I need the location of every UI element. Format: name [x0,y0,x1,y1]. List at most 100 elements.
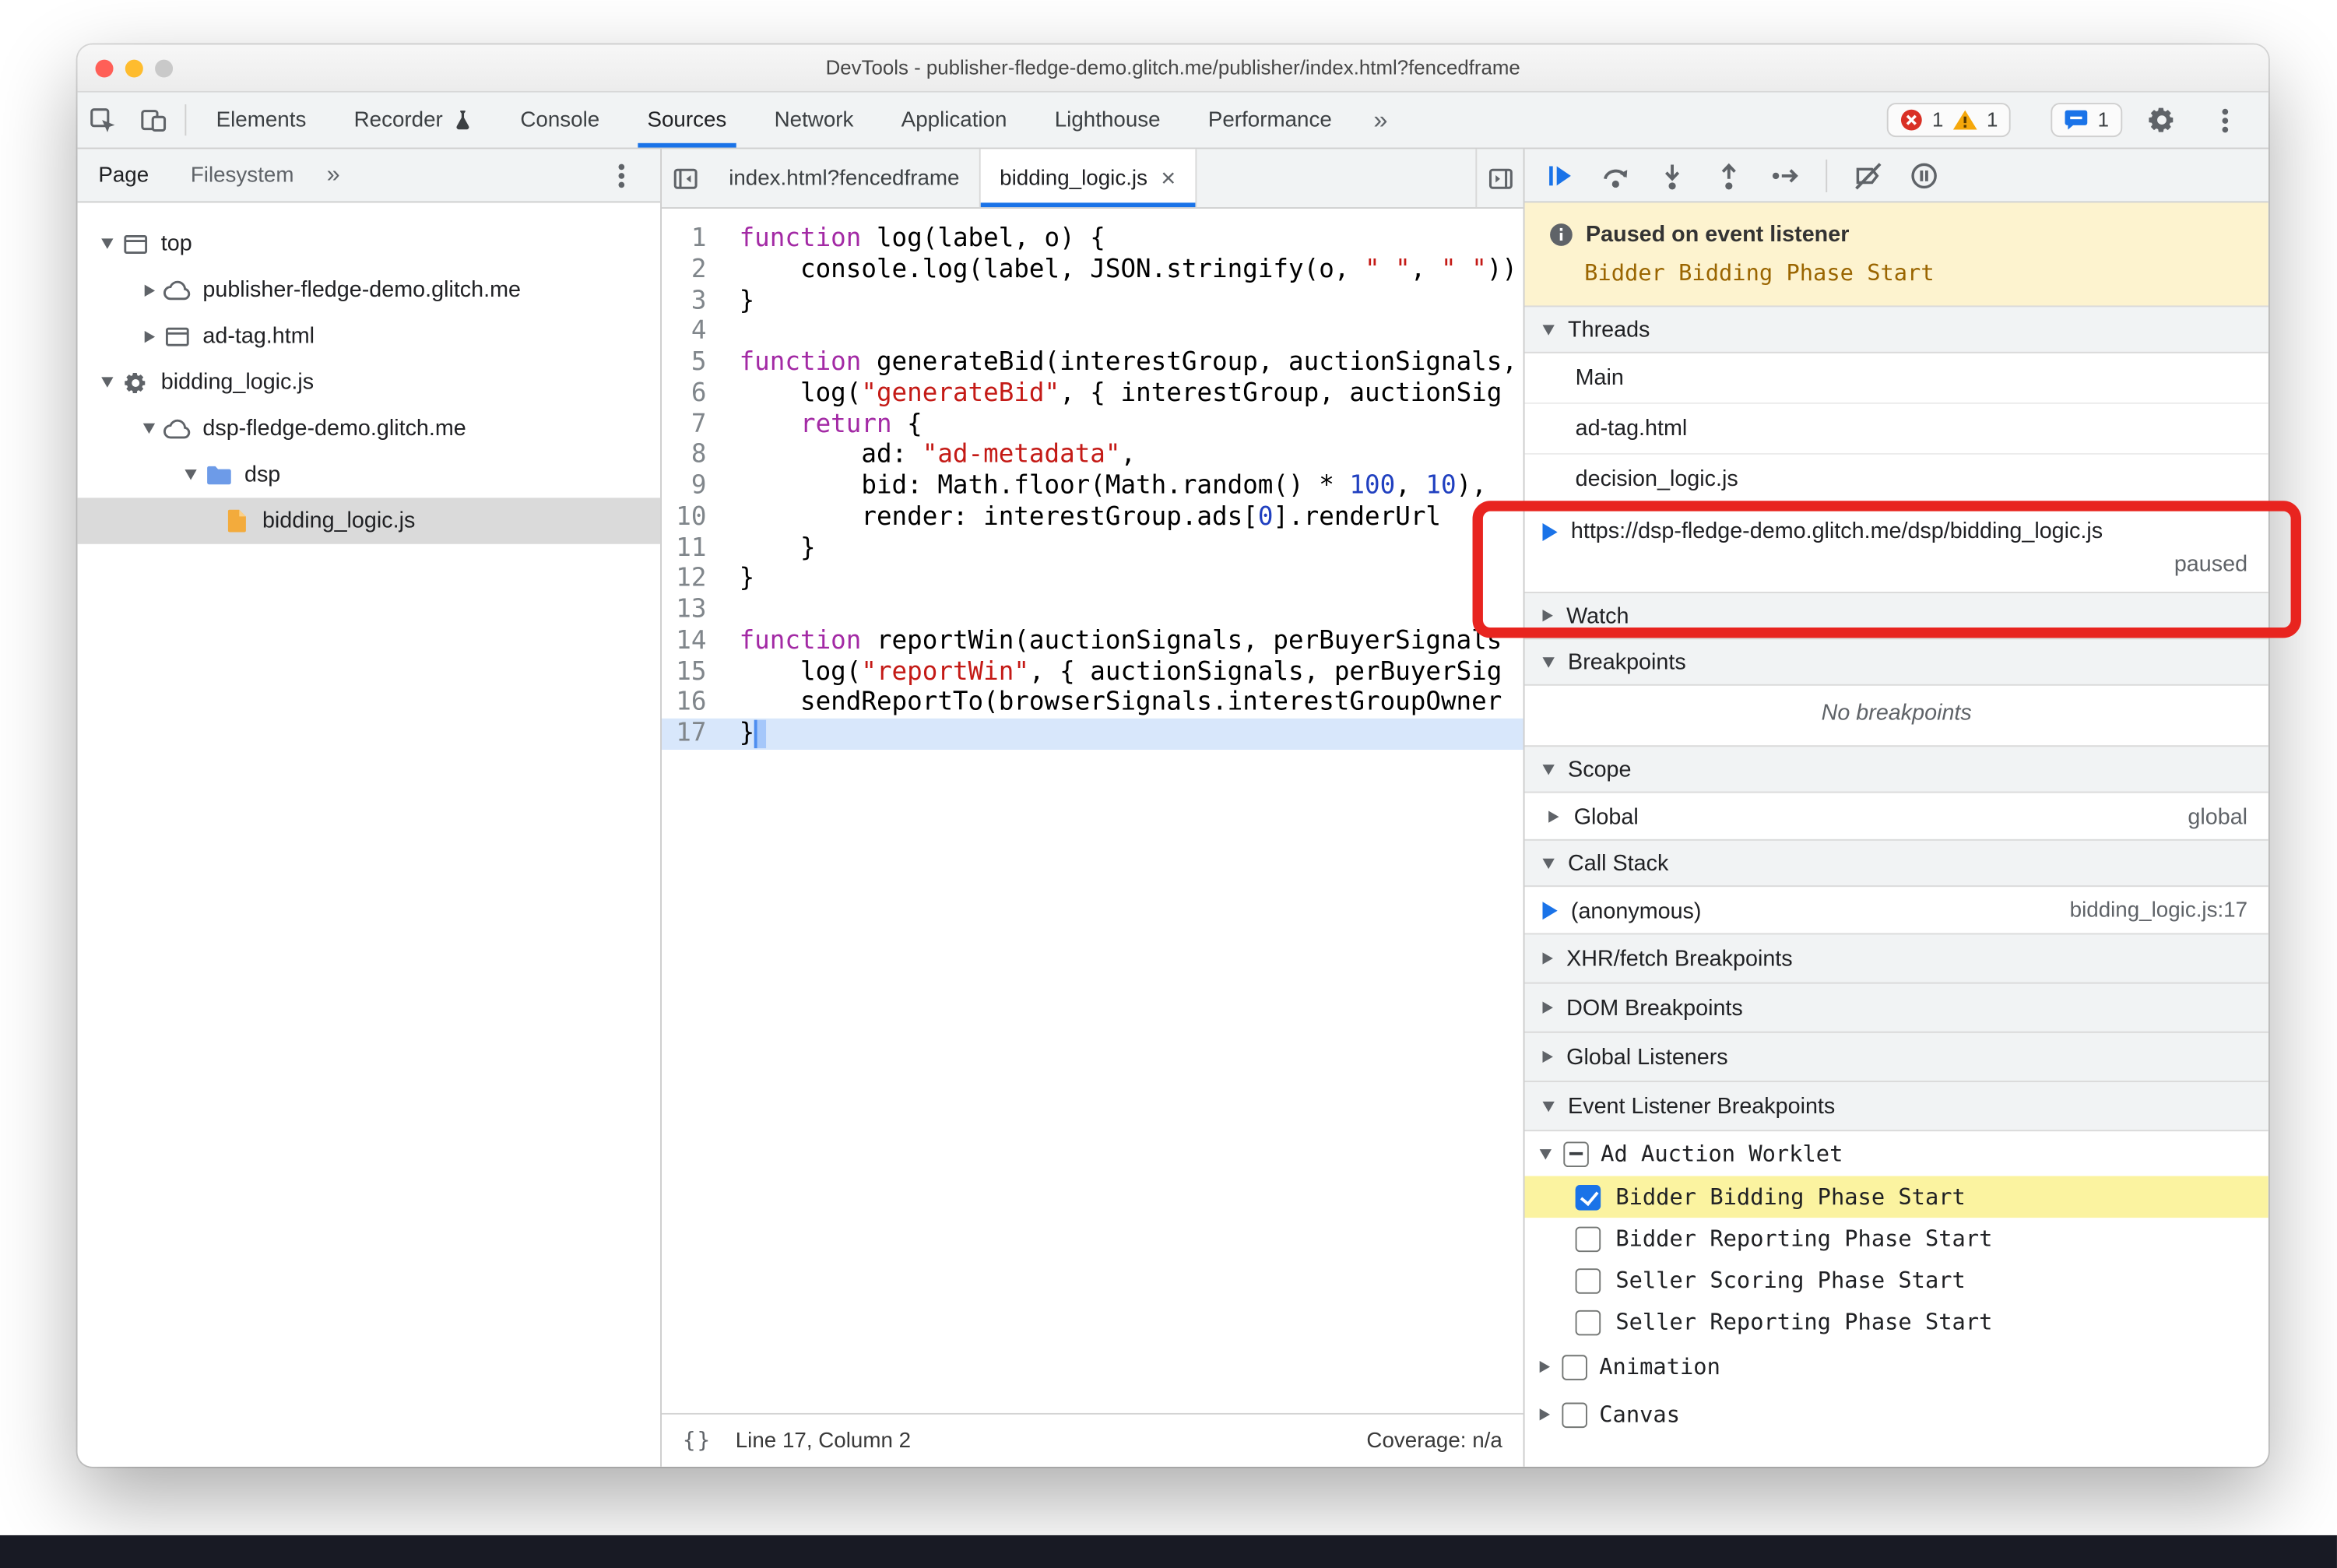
tab-sources[interactable]: Sources [624,93,750,148]
tree-item-dsp-fledge-demo[interactable]: dsp-fledge-demo.glitch.me [78,406,661,452]
breakpoint-seller-scoring-phase-start[interactable]: Seller Scoring Phase Start [1525,1260,2268,1302]
breakpoint-group-ad-auction-worklet[interactable]: Ad Auction Worklet [1525,1131,2268,1176]
deactivate-breakpoints-button[interactable] [1851,159,1884,192]
section-xhr-breakpoints[interactable]: XHR/fetch Breakpoints [1524,933,2268,984]
editor-overflow-button[interactable] [1475,149,1523,208]
breakpoint-group-animation[interactable]: Animation [1525,1343,2268,1390]
section-breakpoints[interactable]: Breakpoints [1524,638,2268,686]
disclosure-closed-icon[interactable] [137,283,161,297]
tab-network[interactable]: Network [750,93,877,148]
section-call-stack[interactable]: Call Stack [1524,838,2268,888]
line-number[interactable]: 16 [662,687,722,719]
code-line-14[interactable]: 14 function reportWin(auctionSignals, per… [662,626,1523,657]
code-line-3[interactable]: 3} [662,286,1523,317]
code-line-9[interactable]: 9 bid: Math.floor(Math.random() * 100, 1… [662,471,1523,502]
thread-ad-tag[interactable]: ad-tag.html [1524,404,2268,455]
section-watch[interactable]: Watch [1524,592,2268,640]
code-line-15[interactable]: 15 log("reportWin", { auctionSignals, pe… [662,656,1523,687]
devtools-menu-button[interactable] [2200,117,2251,123]
line-number[interactable]: 3 [662,286,722,317]
line-number[interactable]: 12 [662,564,722,595]
tree-item-bidding-logic-worklet[interactable]: bidding_logic.js [78,359,661,405]
line-number[interactable]: 9 [662,471,722,502]
checkbox-unchecked[interactable] [1575,1225,1601,1252]
navigator-menu-button[interactable] [603,172,639,178]
checkbox-unchecked[interactable] [1562,1401,1587,1428]
console-errors-warnings-summary[interactable]: 1 1 [1887,103,2012,138]
line-number[interactable]: 4 [662,316,722,347]
section-scope[interactable]: Scope [1524,745,2268,793]
thread-bidding-logic-current[interactable]: https://dsp-fledge-demo.glitch.me/dsp/bi… [1524,505,2268,593]
toggle-device-toolbar-button[interactable] [128,93,179,148]
line-number[interactable]: 6 [662,378,722,410]
step-over-button[interactable] [1599,159,1632,192]
section-event-listener-breakpoints[interactable]: Event Listener Breakpoints [1524,1081,2268,1132]
more-panels-button[interactable]: » [1355,93,1405,148]
checkbox-checked[interactable] [1575,1184,1601,1210]
checkbox-indeterminate[interactable] [1563,1141,1589,1167]
issues-counter[interactable]: 1 [2051,103,2123,138]
resume-script-button[interactable] [1543,159,1576,192]
line-number[interactable]: 10 [662,502,722,533]
editor-tab-index-html[interactable]: index.html?fencedframe [709,149,981,208]
line-number[interactable]: 7 [662,410,722,441]
tab-lighthouse[interactable]: Lighthouse [1031,93,1184,148]
zoom-window-button[interactable] [155,58,174,77]
tree-item-bidding-logic-file[interactable]: bidding_logic.js [77,497,661,544]
code-line-10[interactable]: 10 render: interestGroup.ads[0].renderUr… [662,502,1523,533]
editor-tab-bidding-logic[interactable]: bidding_logic.js × [980,149,1197,208]
tree-item-publisher-fledge-demo[interactable]: publisher-fledge-demo.glitch.me [78,267,661,313]
thread-decision-logic[interactable]: decision_logic.js [1524,455,2268,506]
navigator-tab-page[interactable]: Page [78,149,170,201]
close-window-button[interactable] [95,58,114,77]
disclosure-open-icon[interactable] [96,377,120,388]
code-editor[interactable]: 1 function log(label, o) {2 console.log(l… [662,209,1523,1413]
tab-console[interactable]: Console [497,93,624,148]
navigator-tab-filesystem[interactable]: Filesystem [170,149,315,201]
code-line-6[interactable]: 6 log("generateBid", { interestGroup, au… [662,378,1523,410]
tree-item-dsp-folder[interactable]: dsp [78,452,661,497]
checkbox-unchecked[interactable] [1575,1267,1601,1293]
line-number[interactable]: 5 [662,347,722,378]
line-number[interactable]: 11 [662,533,722,564]
disclosure-open-icon[interactable] [96,238,120,249]
breakpoint-group-canvas[interactable]: Canvas [1525,1390,2268,1438]
code-line-8[interactable]: 8 ad: "ad-metadata", [662,440,1523,471]
code-line-4[interactable]: 4 [662,316,1523,347]
step-into-button[interactable] [1656,159,1689,192]
line-number[interactable]: 15 [662,656,722,687]
settings-button[interactable] [2135,106,2186,134]
code-line-7[interactable]: 7 return { [662,410,1523,441]
line-number[interactable]: 13 [662,595,722,626]
frame-location[interactable]: bidding_logic.js:17 [2070,898,2247,923]
line-number[interactable]: 8 [662,440,722,471]
section-dom-breakpoints[interactable]: DOM Breakpoints [1524,982,2268,1033]
disclosure-closed-icon[interactable] [137,330,161,343]
step-out-button[interactable] [1713,159,1745,192]
checkbox-unchecked[interactable] [1562,1354,1587,1380]
code-line-1[interactable]: 1 function log(label, o) { [662,223,1523,255]
pause-on-exceptions-button[interactable] [1908,159,1941,192]
line-number[interactable]: 17 [662,719,722,750]
minimize-window-button[interactable] [125,58,143,77]
section-threads[interactable]: Threads [1524,305,2268,353]
checkbox-unchecked[interactable] [1575,1309,1601,1335]
code-line-13[interactable]: 13 [662,595,1523,626]
tab-application[interactable]: Application [877,93,1031,148]
breakpoint-bidder-bidding-phase-start[interactable]: Bidder Bidding Phase Start [1524,1176,2268,1218]
section-global-listeners[interactable]: Global Listeners [1524,1031,2268,1082]
inspect-element-button[interactable] [78,93,128,148]
tab-elements[interactable]: Elements [192,93,330,148]
tab-recorder[interactable]: Recorder [330,93,497,148]
code-line-2[interactable]: 2 console.log(label, JSON.stringify(o, "… [662,255,1523,286]
tree-item-ad-tag-html[interactable]: ad-tag.html [78,313,661,359]
code-line-5[interactable]: 5 function generateBid(interestGroup, auc… [662,347,1523,378]
thread-main[interactable]: Main [1524,353,2268,404]
disclosure-open-icon[interactable] [179,469,203,480]
tab-performance[interactable]: Performance [1184,93,1355,148]
navigator-toggle-button[interactable] [662,149,709,207]
breakpoint-bidder-reporting-phase-start[interactable]: Bidder Reporting Phase Start [1525,1218,2268,1260]
disclosure-open-icon[interactable] [137,423,161,434]
breakpoint-seller-reporting-phase-start[interactable]: Seller Reporting Phase Start [1525,1301,2268,1343]
pretty-print-icon[interactable]: {} [683,1429,712,1453]
